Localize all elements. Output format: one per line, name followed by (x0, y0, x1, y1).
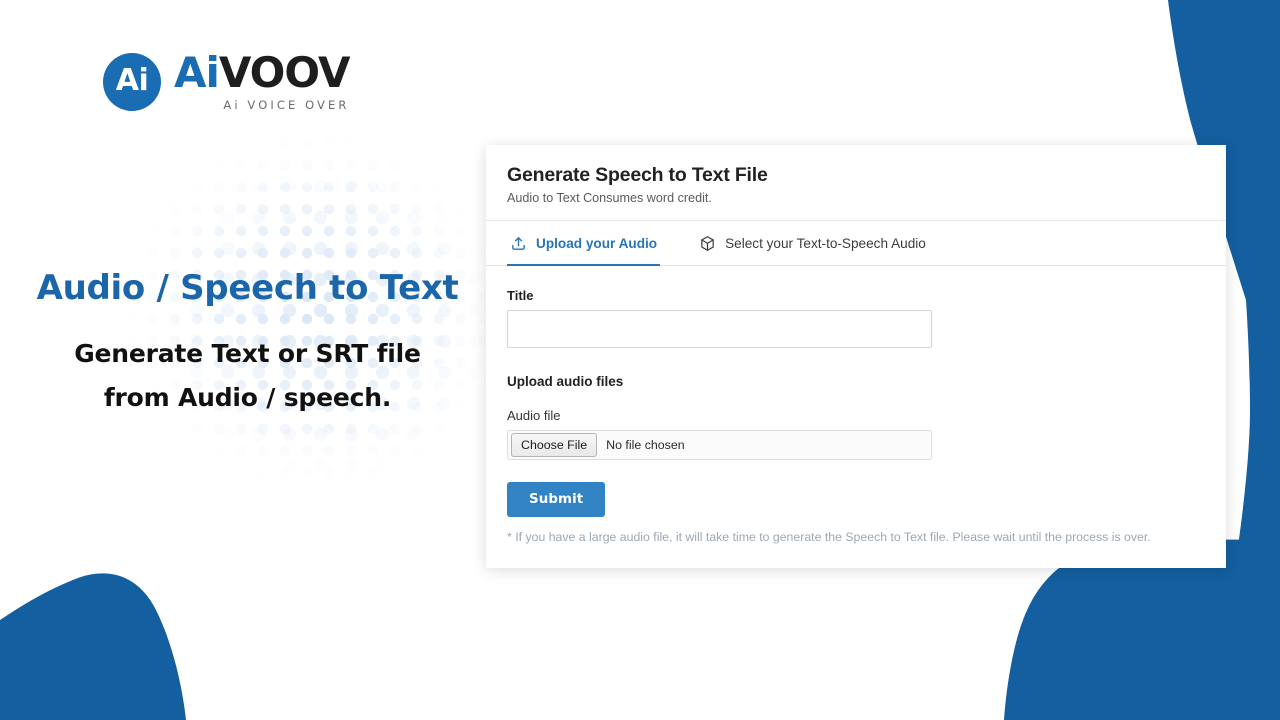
card-tabs: Upload your Audio Select your Text-to-Sp… (486, 221, 1226, 267)
card-header: Generate Speech to Text File Audio to Te… (486, 145, 1226, 222)
brand-logo: Ai AiVOOV Ai VOICE OVER (103, 52, 350, 113)
blob-bottom-left (0, 573, 186, 720)
logo-name: AiVOOV (174, 52, 350, 94)
logo-wordmark: AiVOOV Ai VOICE OVER (174, 52, 350, 113)
cube-icon (699, 235, 716, 252)
processing-note: * If you have a large audio file, it wil… (507, 530, 1151, 545)
page-root: Ai AiVOOV Ai VOICE OVER Audio / Speech t… (0, 0, 1280, 720)
speech-to-text-card: Generate Speech to Text File Audio to Te… (486, 145, 1226, 568)
title-input[interactable] (507, 310, 932, 349)
tab-select-label: Select your Text-to-Speech Audio (725, 236, 926, 252)
choose-file-button[interactable]: Choose File (511, 433, 598, 458)
title-field-label: Title (507, 288, 534, 304)
blob-right-edge (1236, 300, 1280, 560)
logo-badge-icon: Ai (103, 53, 161, 111)
tab-upload-label: Upload your Audio (536, 236, 658, 252)
upload-icon (510, 235, 527, 252)
hero-subheadline-line2: from Audio / speech. (103, 382, 392, 412)
logo-name-voov: VOOV (218, 48, 351, 97)
audio-file-input[interactable]: Choose File No file chosen (507, 430, 932, 461)
submit-button[interactable]: Submit (507, 482, 606, 518)
hero-headline: Audio / Speech to Text (36, 268, 459, 308)
speech-to-text-form: Title Upload audio files Audio file Choo… (486, 266, 1226, 544)
hero-subheadline-line1: Generate Text or SRT file (74, 339, 421, 368)
hero-subheadline: Generate Text or SRT file from Audio / s… (0, 332, 495, 420)
card-subtitle: Audio to Text Consumes word credit. (507, 191, 712, 206)
audio-file-label: Audio file (507, 408, 561, 424)
card-title: Generate Speech to Text File (507, 164, 768, 186)
tab-upload-your-audio[interactable]: Upload your Audio (507, 221, 661, 267)
logo-badge-text: Ai (115, 63, 149, 98)
file-status-text: No file chosen (606, 438, 685, 453)
logo-tagline: Ai VOICE OVER (223, 98, 350, 112)
logo-name-ai: Ai (174, 48, 220, 97)
halftone-dot-pattern-secondary (150, 140, 510, 500)
upload-section-label: Upload audio files (507, 374, 624, 390)
tab-select-text-to-speech-audio[interactable]: Select your Text-to-Speech Audio (696, 221, 929, 265)
